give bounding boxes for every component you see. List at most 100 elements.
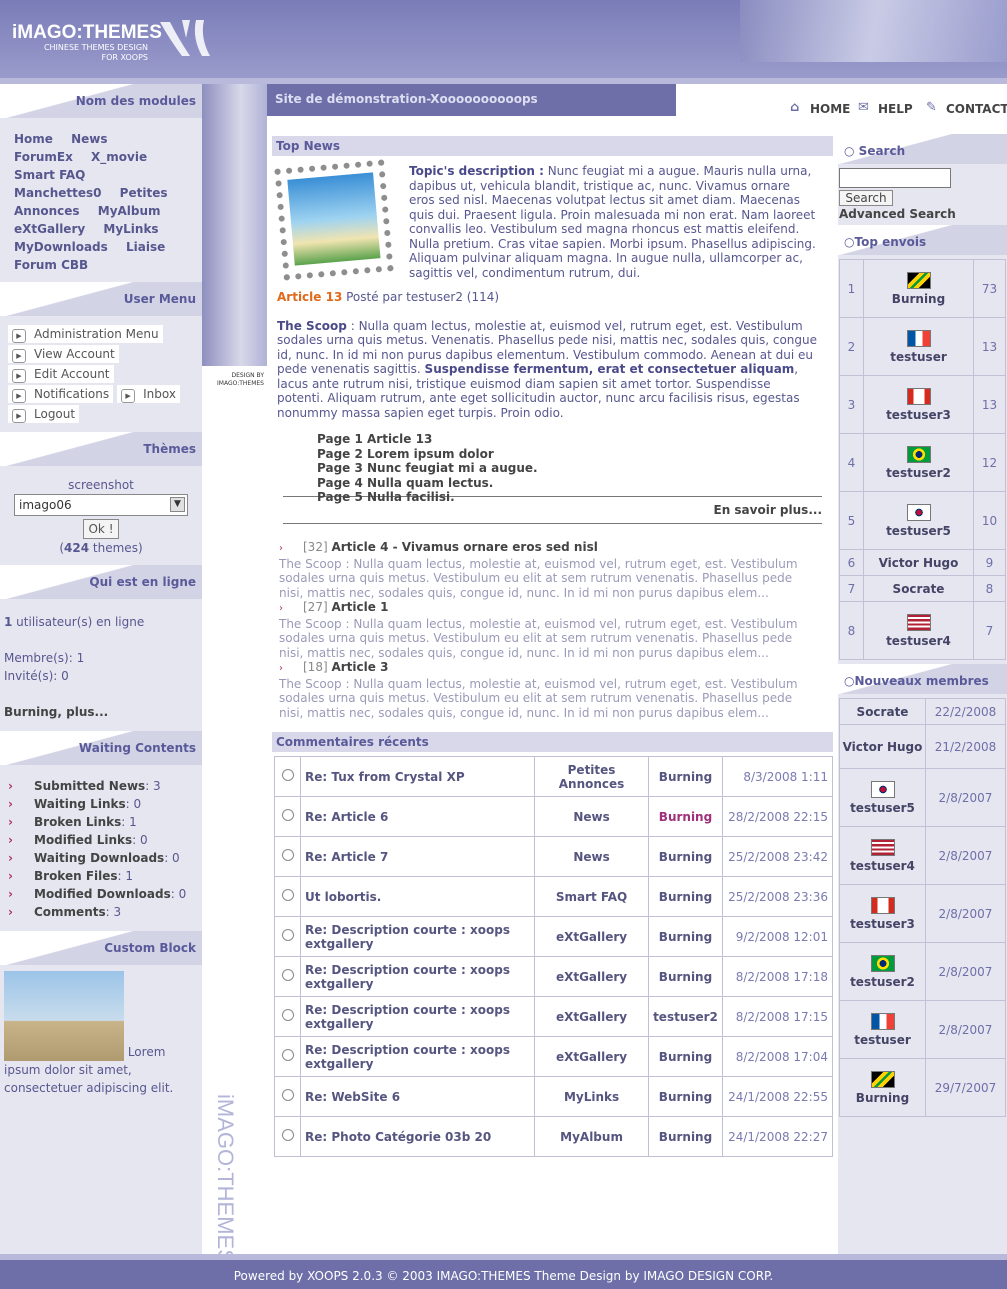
user-link[interactable]: testuser4 — [850, 859, 915, 873]
waiting-item[interactable]: Broken Files: 1 — [0, 867, 202, 885]
module-link[interactable]: MyDownloads — [14, 240, 108, 254]
comment-title[interactable]: Re: Description courte : xoops extgaller… — [305, 1043, 510, 1071]
waiting-item[interactable]: Broken Links: 1 — [0, 813, 202, 831]
module-link[interactable]: Smart FAQ — [14, 168, 85, 182]
comment-module[interactable]: eXtGallery — [556, 1010, 627, 1024]
user-link[interactable]: Burning — [856, 1091, 909, 1105]
comment-title[interactable]: Re: Description courte : xoops extgaller… — [305, 923, 510, 951]
contact-link[interactable]: CONTACT — [946, 102, 1007, 116]
search-button[interactable]: Search — [839, 190, 893, 206]
comment-module[interactable]: MyLinks — [564, 1090, 619, 1104]
comment-module[interactable]: Smart FAQ — [556, 890, 627, 904]
page-link[interactable]: Page 1 Article 13 — [317, 432, 818, 447]
comment-author[interactable]: Burning — [659, 890, 712, 904]
article-link[interactable]: Article 1 — [331, 600, 388, 614]
comment-title[interactable]: Ut lobortis. — [305, 890, 381, 904]
user-link[interactable]: testuser5 — [850, 801, 915, 815]
comment-title[interactable]: Re: Article 7 — [305, 850, 388, 864]
table-row[interactable]: Re: Description courte : xoops extgaller… — [274, 1036, 834, 1077]
page-link[interactable]: Page 2 Lorem ipsum dolor — [317, 447, 818, 462]
table-row[interactable]: Re: Description courte : xoops extgaller… — [274, 996, 834, 1037]
comment-author[interactable]: Burning — [659, 930, 712, 944]
logo[interactable]: iMAGO:THEMES — [12, 22, 162, 44]
page-link[interactable]: Page 4 Nulla quam lectus. — [317, 476, 818, 491]
waiting-item[interactable]: Submitted News: 3 — [0, 777, 202, 795]
comment-author[interactable]: testuser2 — [653, 1010, 718, 1024]
comment-module[interactable]: Petites Annonces — [559, 763, 625, 791]
comment-title[interactable]: Re: WebSite 6 — [305, 1090, 400, 1104]
user-link[interactable]: Victor Hugo — [843, 740, 923, 754]
module-link[interactable]: X_movie — [91, 150, 147, 164]
module-link[interactable]: MyAlbum — [98, 204, 161, 218]
waiting-item[interactable]: Waiting Links: 0 — [0, 795, 202, 813]
user-link[interactable]: testuser2 — [886, 466, 951, 480]
user-menu-item[interactable]: ▶ Logout — [8, 405, 80, 423]
user-link[interactable]: Burning — [892, 292, 945, 306]
user-link[interactable]: testuser2 — [850, 975, 915, 989]
search-input[interactable] — [839, 168, 951, 188]
module-link[interactable]: ForumEx — [14, 150, 73, 164]
user-link[interactable]: testuser5 — [886, 524, 951, 538]
comment-title[interactable]: Re: Description courte : xoops extgaller… — [305, 1003, 510, 1031]
waiting-item[interactable]: Waiting Downloads: 0 — [0, 849, 202, 867]
user-link[interactable]: Victor Hugo — [879, 556, 959, 570]
user-link[interactable]: Socrate — [857, 705, 909, 719]
table-row[interactable]: Re: Photo Catégorie 03b 20 MyAlbum Burning… — [274, 1116, 834, 1157]
comment-author[interactable]: Burning — [659, 1130, 712, 1144]
user-link[interactable]: testuser3 — [886, 408, 951, 422]
advanced-search-link[interactable]: Advanced Search — [839, 207, 1006, 221]
article-link[interactable]: Article 4 - Vivamus ornare eros sed nisl — [331, 540, 597, 554]
table-row[interactable]: Re: Article 7 News Burning 25/2/2008 23:42 — [274, 836, 834, 877]
user-link[interactable]: testuser — [890, 350, 947, 364]
table-row[interactable]: Re: Article 6 News Burning 28/2/2008 22:15 — [274, 796, 834, 837]
comment-module[interactable]: eXtGallery — [556, 1050, 627, 1064]
module-link[interactable]: Manchettes0 — [14, 186, 101, 200]
comment-author[interactable]: Burning — [659, 810, 712, 824]
comment-author[interactable]: Burning — [659, 1090, 712, 1104]
comment-title[interactable]: Re: Tux from Crystal XP — [305, 770, 465, 784]
user-menu-item[interactable]: ▶ Notifications — [8, 385, 114, 403]
comment-author[interactable]: Burning — [659, 1050, 712, 1064]
comment-title[interactable]: Re: Photo Catégorie 03b 20 — [305, 1130, 491, 1144]
user-link[interactable]: testuser4 — [886, 634, 951, 648]
user-link[interactable]: testuser — [854, 1033, 911, 1047]
waiting-item[interactable]: Comments: 3 — [0, 903, 202, 921]
article-link[interactable]: Article 3 — [331, 660, 388, 674]
waiting-item[interactable]: Modified Links: 0 — [0, 831, 202, 849]
online-more-link[interactable]: Burning, plus... — [4, 703, 198, 721]
comment-title[interactable]: Re: Description courte : xoops extgaller… — [305, 963, 510, 991]
user-link[interactable]: Socrate — [893, 582, 945, 596]
module-link[interactable]: Home — [14, 132, 53, 146]
comment-author[interactable]: Burning — [659, 970, 712, 984]
comment-title[interactable]: Re: Article 6 — [305, 810, 388, 824]
help-link[interactable]: HELP — [878, 102, 913, 116]
user-menu-item[interactable]: ▶ View Account — [8, 345, 119, 363]
table-row[interactable]: Re: Description courte : xoops extgaller… — [274, 916, 834, 957]
article-title[interactable]: Article 13 — [277, 290, 342, 304]
comment-module[interactable]: eXtGallery — [556, 930, 627, 944]
waiting-item[interactable]: Modified Downloads: 0 — [0, 885, 202, 903]
comment-module[interactable]: News — [573, 850, 609, 864]
module-link[interactable]: Liaise — [126, 240, 165, 254]
user-menu-item[interactable]: ▶ Inbox — [117, 385, 180, 403]
user-link[interactable]: testuser3 — [850, 917, 915, 931]
user-menu-item[interactable]: ▶ Edit Account — [8, 365, 114, 383]
comment-module[interactable]: MyAlbum — [560, 1130, 623, 1144]
page-link[interactable]: Page 3 Nunc feugiat mi a augue. — [317, 461, 818, 476]
module-link[interactable]: News — [71, 132, 107, 146]
module-link[interactable]: Forum CBB — [14, 258, 88, 272]
comment-module[interactable]: eXtGallery — [556, 970, 627, 984]
read-more-link[interactable]: En savoir plus... — [714, 503, 823, 517]
table-row[interactable]: Ut lobortis. Smart FAQ Burning 25/2/2008 23… — [274, 876, 834, 917]
ok-button[interactable]: Ok ! — [83, 519, 119, 539]
theme-select[interactable]: imago06 ▼ — [14, 494, 188, 516]
module-link[interactable]: MyLinks — [103, 222, 158, 236]
table-row[interactable]: Re: Tux from Crystal XP Petites Annonces B… — [274, 756, 834, 797]
module-link[interactable]: eXtGallery — [14, 222, 85, 236]
home-link[interactable]: HOME — [810, 102, 850, 116]
comment-author[interactable]: Burning — [659, 770, 712, 784]
table-row[interactable]: Re: WebSite 6 MyLinks Burning 24/1/2008 22:… — [274, 1076, 834, 1117]
comment-module[interactable]: News — [573, 810, 609, 824]
comment-author[interactable]: Burning — [659, 850, 712, 864]
page-link[interactable]: Page 5 Nulla facilisi. — [317, 490, 818, 505]
